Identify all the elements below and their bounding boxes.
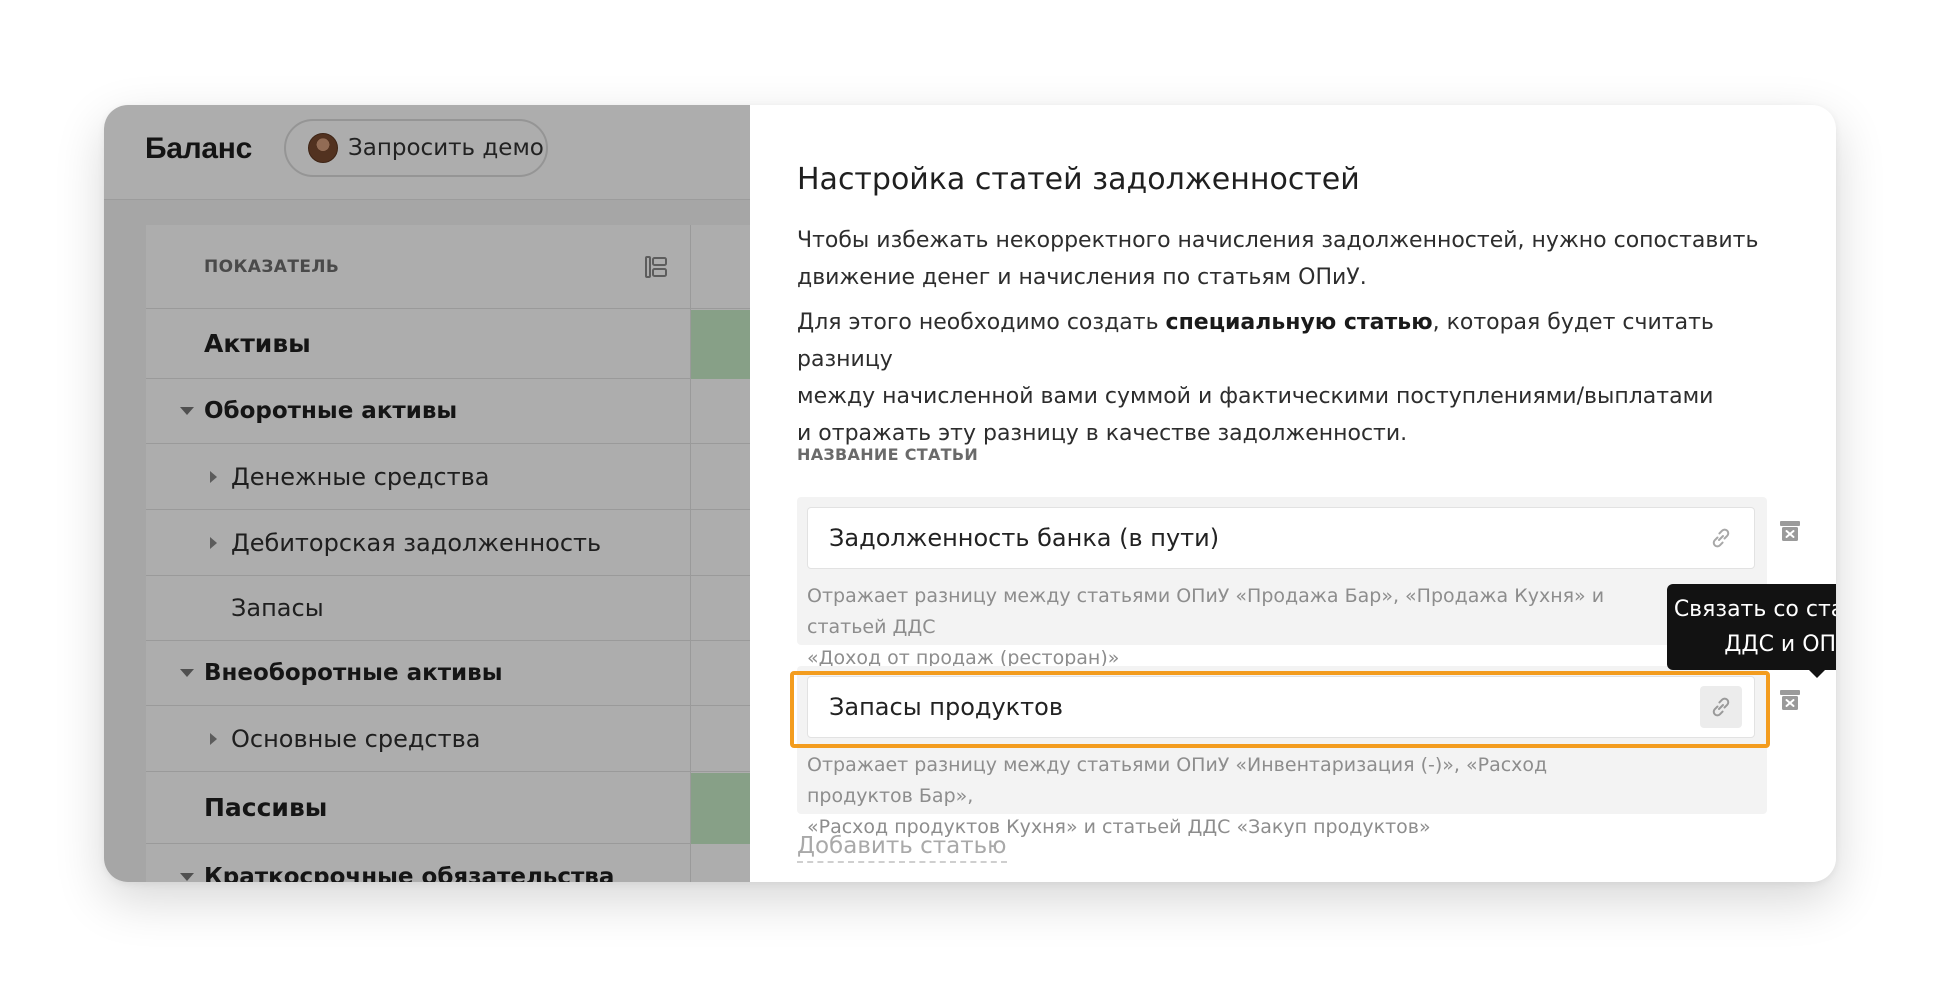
add-item-link[interactable]: Добавить статью: [797, 833, 1007, 863]
item-name-label: НАЗВАНИЕ СТАТЬИ: [797, 445, 979, 464]
modal-backdrop[interactable]: [104, 105, 750, 882]
explanation-line: между начисленной вами суммой и фактичес…: [797, 384, 1714, 409]
trash-icon[interactable]: [1776, 517, 1804, 545]
intro-paragraph: Чтобы избежать некорректного начисления …: [797, 222, 1777, 296]
explanation-bold-text: специальную статью: [1165, 310, 1433, 335]
item-description: Отражает разницу между статьями ОПиУ «Пр…: [807, 581, 1607, 674]
link-articles-button[interactable]: [1700, 517, 1742, 559]
intro-line: движение денег и начисления по статьям О…: [797, 265, 1367, 290]
item-name-value: Запасы продуктов: [829, 693, 1063, 721]
link-articles-button[interactable]: [1700, 686, 1742, 728]
link-icon: [1712, 697, 1730, 717]
description-line: Отражает разницу между статьями ОПиУ «Ин…: [807, 754, 1548, 807]
debt-items-settings-drawer: Настройка статей задолженностей Чтобы из…: [750, 105, 1836, 882]
debt-item-card: Задолженность банка (в пути) Отражает ра…: [797, 497, 1767, 669]
tooltip-arrow: [1809, 670, 1825, 678]
link-icon: [1712, 528, 1730, 548]
explanation-line: Для этого необходимо создать специальную…: [797, 304, 1777, 378]
tooltip-line: ДДС и ОПиУ: [1724, 632, 1836, 657]
drawer-title: Настройка статей задолженностей: [797, 162, 1360, 197]
description-line: Отражает разницу между статьями ОПиУ «Пр…: [807, 585, 1605, 638]
balance-report-panel: Баланс Запросить демо ПОКАЗАТЕЛЬ Активы: [104, 105, 771, 882]
app-window: Баланс Запросить демо ПОКАЗАТЕЛЬ Активы: [104, 105, 1836, 882]
explanation-paragraph: Для этого необходимо создать специальную…: [797, 304, 1777, 452]
item-name-input[interactable]: Запасы продуктов: [807, 676, 1755, 738]
trash-icon[interactable]: [1776, 686, 1804, 714]
item-name-value: Задолженность банка (в пути): [829, 524, 1220, 552]
debt-item-card: Запасы продуктов Отражает разницу между …: [797, 666, 1767, 838]
explanation-text: Для этого необходимо создать: [797, 310, 1166, 335]
item-description: Отражает разницу между статьями ОПиУ «Ин…: [807, 750, 1607, 843]
link-tooltip: Связать со статьями ДДС и ОПиУ: [1667, 584, 1836, 678]
item-name-input[interactable]: Задолженность банка (в пути): [807, 507, 1755, 569]
intro-line: Чтобы избежать некорректного начисления …: [797, 228, 1759, 253]
tooltip-line: Связать со статьями: [1673, 597, 1836, 622]
